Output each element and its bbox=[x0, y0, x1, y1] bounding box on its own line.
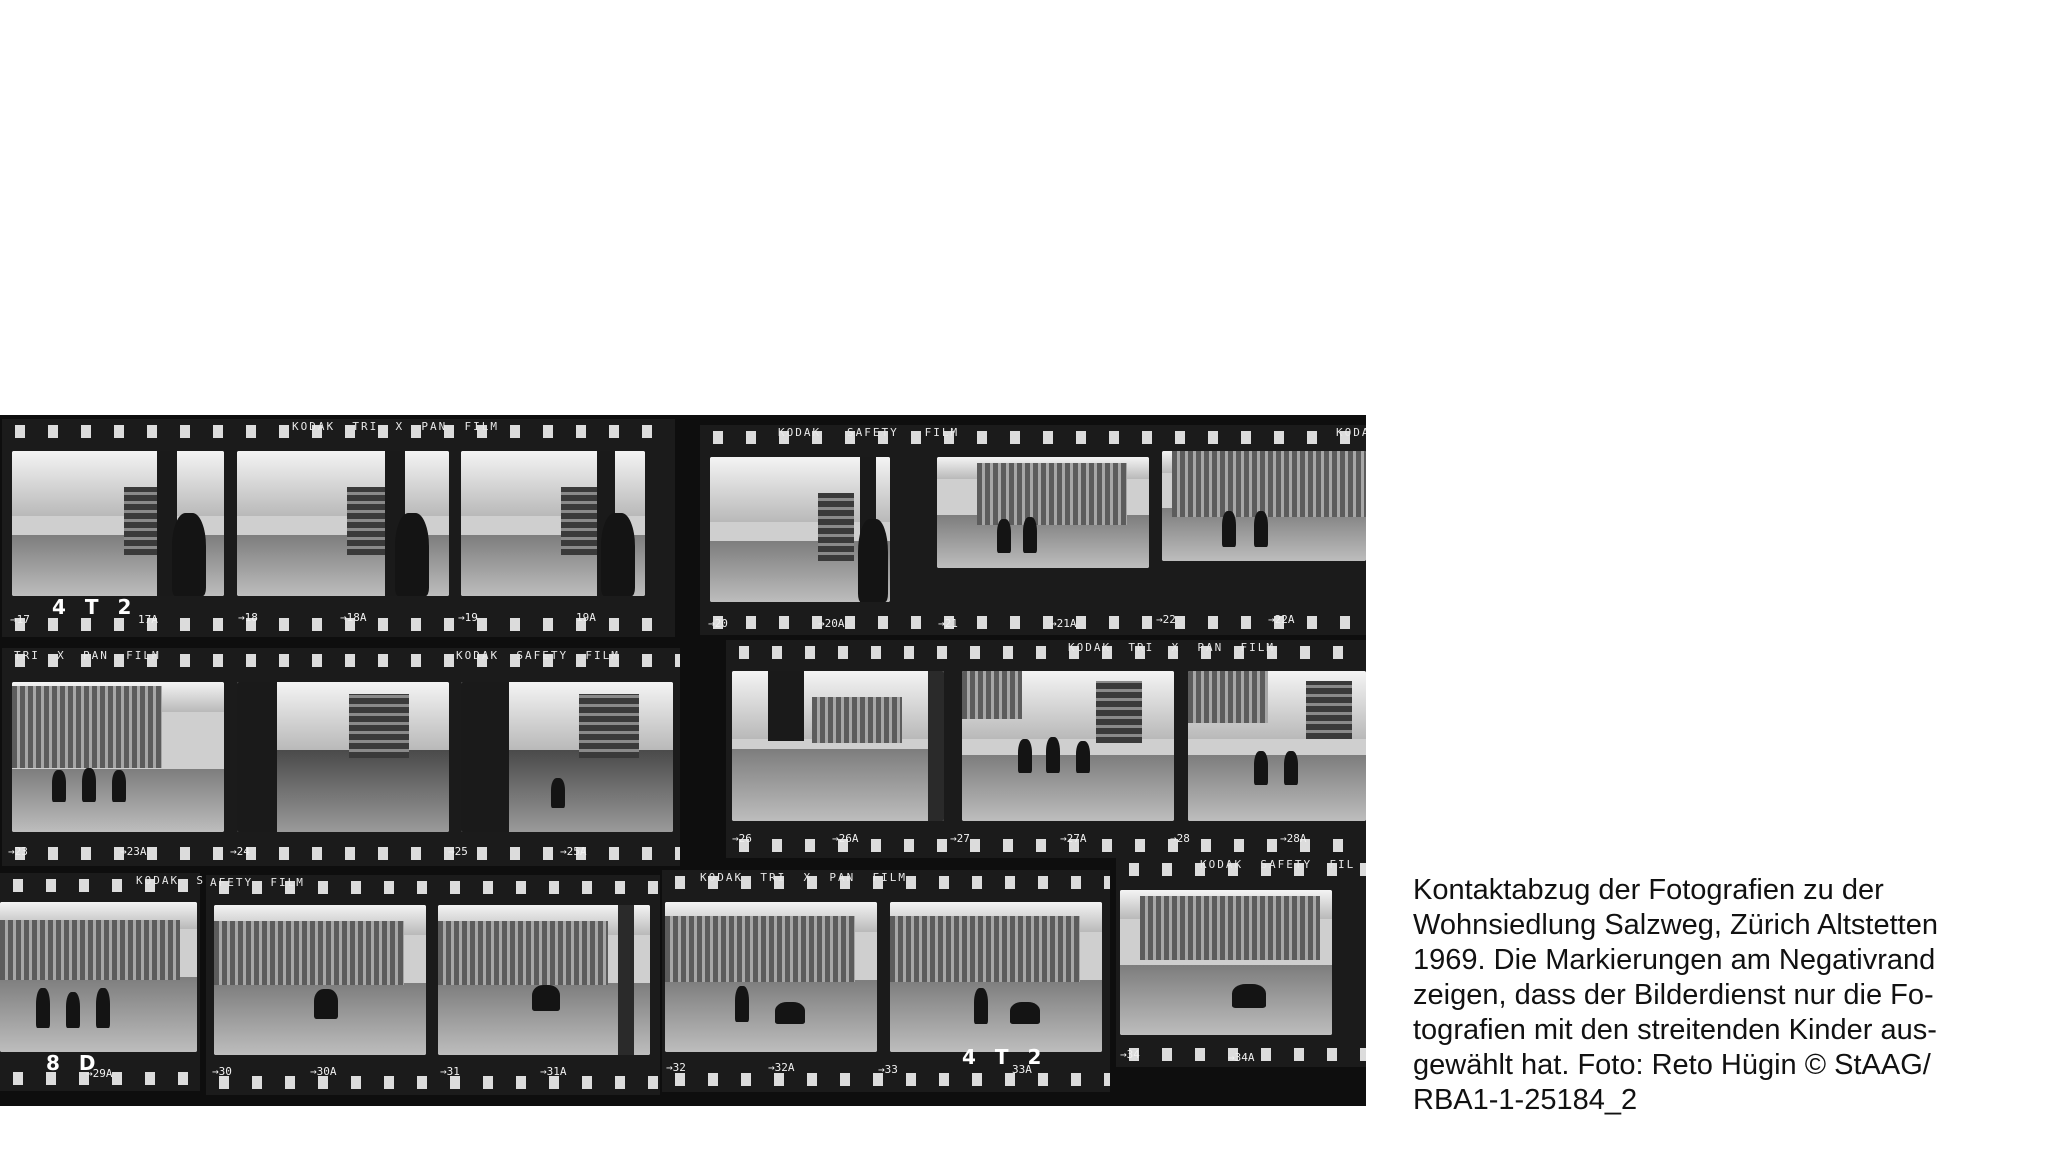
photo-frame bbox=[732, 671, 944, 821]
photo-frame bbox=[237, 682, 449, 832]
photo-frame bbox=[461, 682, 673, 832]
caption-line: 1969. Die Markierungen am Negativrand bbox=[1413, 944, 1936, 976]
photo-frame bbox=[1188, 671, 1366, 821]
photo-frame bbox=[237, 451, 449, 596]
frame-number: →26A bbox=[832, 832, 859, 845]
film-brand-label: KODA bbox=[1336, 426, 1366, 439]
frame-number: →32 bbox=[666, 1061, 686, 1074]
frame-number: →34A bbox=[1228, 1051, 1255, 1064]
photo-frame bbox=[962, 671, 1174, 821]
frame-number: →29A bbox=[86, 1067, 113, 1080]
photo-frame bbox=[438, 905, 650, 1055]
frame-number: →22 bbox=[1156, 613, 1176, 626]
frame-number: →20 bbox=[708, 617, 728, 630]
frame-number: →31 bbox=[440, 1065, 460, 1078]
frame-number: 19A bbox=[576, 611, 596, 624]
film-brand-label: TRI X PAN FILM bbox=[14, 649, 161, 662]
frame-number: →32A bbox=[768, 1061, 795, 1074]
frame-number: →18 bbox=[238, 611, 258, 624]
caption-line: Kontaktabzug der Fotografien zu der bbox=[1413, 874, 1884, 906]
photo-frame bbox=[1162, 451, 1366, 561]
handwritten-mark: 4 T 2 bbox=[962, 1045, 1048, 1069]
film-brand-label: KODAK S bbox=[136, 874, 205, 887]
frame-number: →28 bbox=[1170, 832, 1190, 845]
film-brand-label: KODAK SAFETY FILM bbox=[778, 426, 960, 439]
frame-number: →17 bbox=[10, 613, 30, 626]
frame-number: →30A bbox=[310, 1065, 337, 1078]
film-brand-label: KODAK TRI X PAN FILM bbox=[1068, 641, 1275, 654]
photo-caption: Kontaktabzug der Fotografien zu der Wohn… bbox=[1413, 873, 2033, 1118]
frame-number: →28A bbox=[1280, 832, 1307, 845]
film-brand-label: KODAK SAFETY FIL bbox=[1200, 858, 1356, 871]
contact-sheet-photo: KODAK TRI X PAN FILM KODAK SAFETY FILM K… bbox=[0, 415, 1366, 1106]
frame-number: →23A bbox=[120, 845, 147, 858]
caption-line: RBA1-1-25184_2 bbox=[1413, 1084, 1638, 1116]
frame-number: →30 bbox=[212, 1065, 232, 1078]
frame-number: 17A bbox=[138, 613, 158, 626]
frame-number: 33A bbox=[1012, 1063, 1032, 1076]
caption-line: zeigen, dass der Bilderdienst nur die Fo… bbox=[1413, 979, 1934, 1011]
handwritten-mark: 4 T 2 bbox=[52, 595, 138, 619]
frame-number: →20A bbox=[818, 617, 845, 630]
film-brand-label: AFETY FILM bbox=[210, 876, 305, 889]
frame-number: →27 bbox=[950, 832, 970, 845]
frame-number: →31A bbox=[540, 1065, 567, 1078]
caption-line: tografien mit den streitenden Kinder aus… bbox=[1413, 1014, 1937, 1046]
frame-number: →25 bbox=[448, 845, 468, 858]
frame-number: →21A bbox=[1050, 617, 1077, 630]
photo-frame bbox=[12, 451, 224, 596]
photo-frame bbox=[937, 457, 1149, 568]
photo-frame bbox=[12, 682, 224, 832]
photo-frame bbox=[710, 457, 890, 602]
photo-frame bbox=[214, 905, 426, 1055]
frame-number: →24 bbox=[230, 845, 250, 858]
photo-frame bbox=[665, 902, 877, 1052]
frame-number: →34 bbox=[1120, 1048, 1140, 1061]
frame-number: →18A bbox=[340, 611, 367, 624]
film-brand-label: KODAK SAFETY FILM bbox=[456, 649, 620, 662]
frame-number: →23 bbox=[8, 845, 28, 858]
caption-line: gewählt hat. Foto: Reto Hügin © StAAG/ bbox=[1413, 1049, 1931, 1081]
caption-line: Wohnsiedlung Salzweg, Zürich Altstetten bbox=[1413, 909, 1938, 941]
frame-number: →21 bbox=[938, 617, 958, 630]
frame-number: →27A bbox=[1060, 832, 1087, 845]
film-brand-label: KODAK TRI X PAN FILM bbox=[292, 420, 499, 433]
photo-frame bbox=[890, 902, 1102, 1052]
photo-frame bbox=[1120, 890, 1332, 1035]
frame-number: →33 bbox=[878, 1063, 898, 1076]
photo-frame bbox=[0, 902, 197, 1052]
frame-number: →25A bbox=[560, 845, 587, 858]
photo-frame bbox=[461, 451, 645, 596]
frame-number: →22A bbox=[1268, 613, 1295, 626]
frame-number: →26 bbox=[732, 832, 752, 845]
film-brand-label: KODAK TRI X PAN FILM bbox=[700, 871, 907, 884]
frame-number: →19 bbox=[458, 611, 478, 624]
